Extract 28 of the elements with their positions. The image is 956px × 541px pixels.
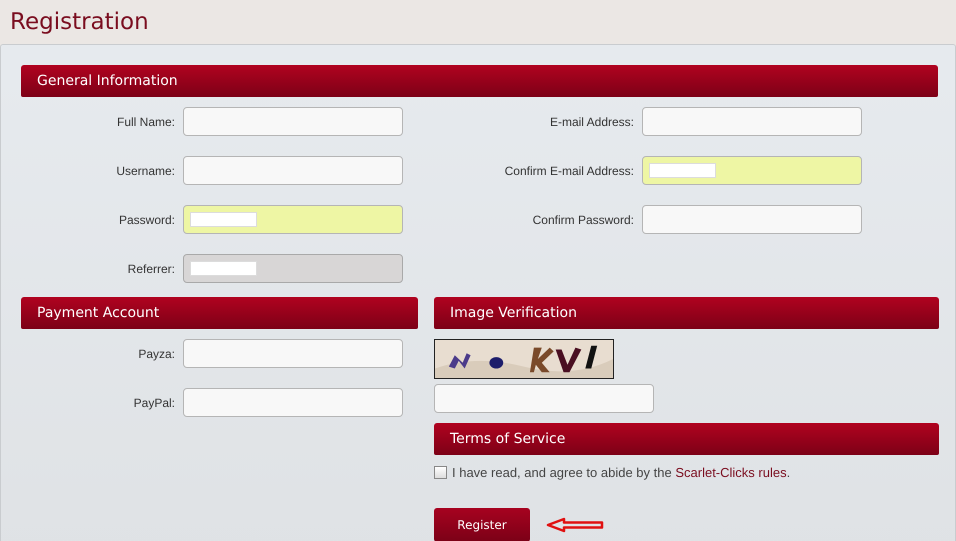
- register-button[interactable]: Register: [434, 508, 530, 541]
- field-label: E-mail Address:: [548, 114, 634, 128]
- rules-link[interactable]: Scarlet-Clicks rules: [675, 465, 787, 480]
- section-header: Terms of Service: [434, 423, 939, 455]
- section-header: General Information: [21, 65, 938, 97]
- section-header: Payment Account: [21, 297, 418, 329]
- field-label: Confirm Password:: [532, 212, 634, 226]
- arrow-annotation: [546, 517, 604, 533]
- field-label: Full Name:: [116, 114, 175, 128]
- field-label: Username:: [115, 164, 175, 178]
- input-field[interactable]: [183, 107, 403, 136]
- field-label: Confirm E-mail Address:: [504, 164, 634, 178]
- input-field[interactable]: [642, 156, 862, 185]
- section-header: Image Verification: [434, 297, 939, 329]
- input-field[interactable]: [642, 205, 862, 234]
- input-field[interactable]: [183, 205, 403, 234]
- input-field[interactable]: [183, 339, 403, 368]
- terms-sentence: I have read, and agree to abide by the Scarlet-Clicks rules.: [452, 465, 790, 480]
- input-field[interactable]: [183, 156, 403, 185]
- page-title: Registration: [10, 9, 149, 35]
- field-label: PayPal:: [132, 396, 175, 410]
- field-label: Password:: [118, 212, 175, 226]
- input-field[interactable]: [642, 107, 862, 136]
- field-label: Referrer:: [126, 262, 175, 276]
- input-field[interactable]: [183, 388, 403, 417]
- input-field[interactable]: [434, 384, 654, 413]
- checkbox[interactable]: [434, 466, 447, 479]
- field-label: Payza:: [137, 346, 175, 360]
